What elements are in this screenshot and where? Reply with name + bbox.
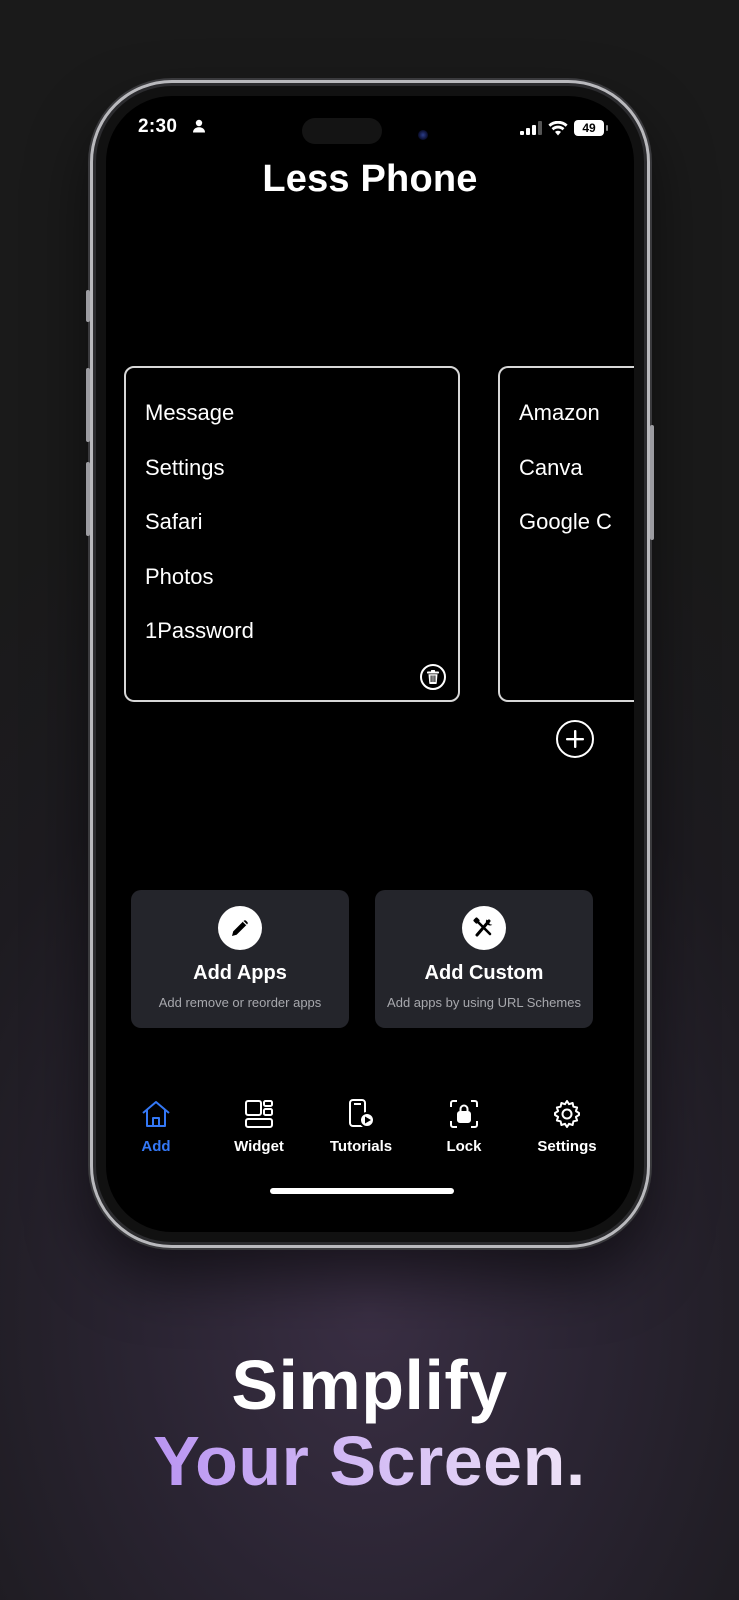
- tab-add[interactable]: Add: [111, 1096, 201, 1155]
- tab-label: Add: [141, 1138, 171, 1155]
- add-page-button[interactable]: [556, 720, 594, 758]
- app-item[interactable]: Settings: [145, 453, 458, 508]
- person-icon: [192, 119, 206, 138]
- power-button: [650, 425, 654, 540]
- gear-icon: [522, 1096, 612, 1132]
- tab-label: Settings: [537, 1138, 597, 1155]
- phone-screen: 2:30 49 Less Phone Message Settings Safa…: [106, 96, 634, 1232]
- house-icon: [111, 1096, 201, 1132]
- app-list: Amazon Canva Google C: [500, 368, 634, 562]
- add-apps-subtitle: Add remove or reorder apps: [158, 995, 322, 1010]
- app-page-card[interactable]: Amazon Canva Google C: [498, 366, 634, 702]
- headline-line-1: Simplify: [231, 1346, 508, 1424]
- plus-icon: [566, 730, 584, 748]
- app-item[interactable]: Safari: [145, 507, 458, 562]
- headline-line-2-text: Your Screen.: [153, 1425, 586, 1500]
- lock-icon: [419, 1096, 509, 1132]
- add-apps-title: Add Apps: [193, 962, 287, 984]
- tab-lock[interactable]: Lock: [419, 1096, 509, 1155]
- headline-line-2: Your Screen.: [0, 1422, 739, 1516]
- tutorial-icon: [316, 1096, 406, 1132]
- app-item[interactable]: Photos: [145, 562, 458, 617]
- add-custom-title: Add Custom: [424, 962, 544, 984]
- camera-dot: [418, 130, 428, 140]
- dynamic-island: [302, 118, 382, 144]
- tab-label: Lock: [446, 1138, 482, 1155]
- battery-indicator: 49: [574, 120, 608, 136]
- app-item[interactable]: Amazon: [519, 398, 634, 453]
- action-button: [86, 290, 90, 322]
- app-item[interactable]: 1Password: [145, 616, 458, 671]
- add-custom-subtitle: Add apps by using URL Schemes: [387, 995, 581, 1010]
- tab-bar: Add Widget Tutorials Lock Settings: [106, 1096, 634, 1166]
- trash-icon: [427, 670, 439, 684]
- wifi-icon: [548, 120, 568, 135]
- app-item[interactable]: Message: [145, 398, 458, 453]
- tab-label: Tutorials: [329, 1138, 393, 1155]
- home-indicator[interactable]: [270, 1188, 454, 1194]
- pencil-icon: [218, 906, 262, 950]
- app-page-card[interactable]: Message Settings Safari Photos 1Password: [124, 366, 460, 702]
- delete-page-button[interactable]: [420, 664, 446, 690]
- status-indicators: 49: [520, 120, 608, 136]
- app-item[interactable]: Google C: [519, 507, 634, 562]
- app-item[interactable]: Canva: [519, 453, 634, 508]
- tab-widget[interactable]: Widget: [214, 1096, 304, 1155]
- app-title: Less Phone: [262, 158, 478, 200]
- tools-icon: [462, 906, 506, 950]
- status-time: 2:30: [138, 116, 178, 137]
- tab-tutorials[interactable]: Tutorials: [316, 1096, 406, 1155]
- headline-gradient-text: Your Screen.: [153, 1422, 586, 1500]
- volume-up-button: [86, 368, 90, 442]
- tab-label: Widget: [234, 1138, 284, 1155]
- add-custom-button[interactable]: Add Custom Add apps by using URL Schemes: [375, 890, 593, 1028]
- widget-icon: [214, 1096, 304, 1132]
- add-apps-button[interactable]: Add Apps Add remove or reorder apps: [131, 890, 349, 1028]
- tab-settings[interactable]: Settings: [522, 1096, 612, 1155]
- app-list: Message Settings Safari Photos 1Password: [126, 368, 458, 671]
- cellular-signal-icon: [520, 121, 542, 135]
- volume-down-button: [86, 462, 90, 536]
